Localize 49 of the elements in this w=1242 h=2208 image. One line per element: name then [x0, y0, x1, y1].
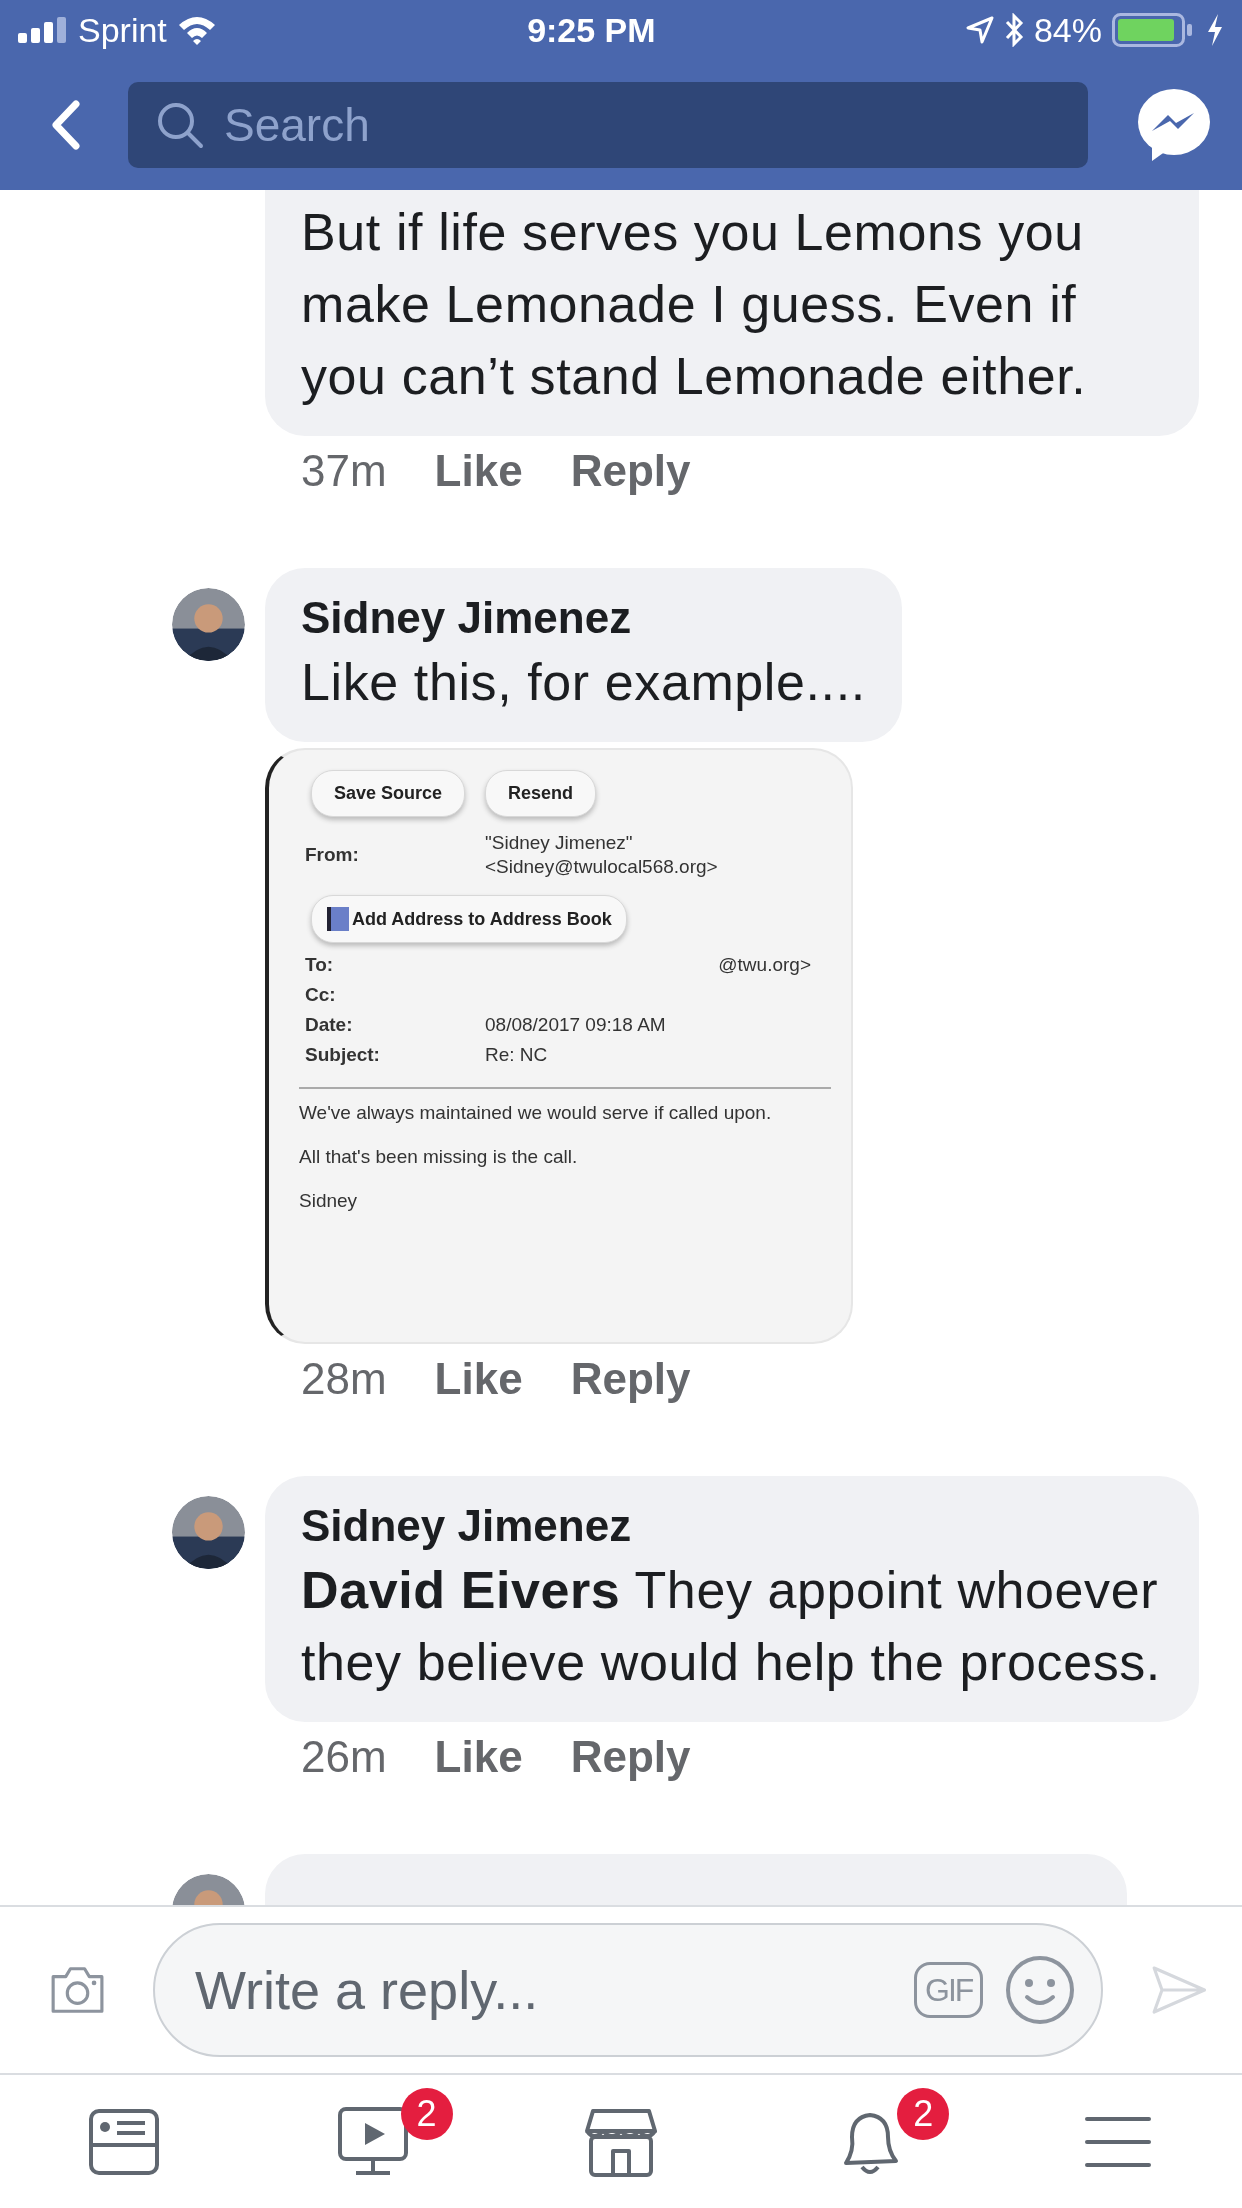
signal-icon — [18, 17, 68, 43]
charging-icon — [1206, 14, 1224, 46]
comment-text: Like this, for example.... — [301, 652, 866, 713]
email-value: <Sidney@twulocal568.org> — [485, 855, 719, 879]
menu-icon[interactable] — [1084, 2114, 1151, 2169]
search-icon — [156, 101, 204, 149]
email-button[interactable]: Save Source — [311, 770, 466, 817]
store-icon[interactable] — [584, 2106, 657, 2177]
location-icon — [965, 16, 994, 44]
comment-text: But if life serves you Lemons you make Lemonade I guess. Even if you can’t stand Lemonade either. — [301, 202, 1088, 407]
comment-time: 28m — [301, 1354, 387, 1404]
like-link[interactable]: Like — [434, 1354, 523, 1404]
notification-badge: 2 — [400, 2087, 453, 2140]
messenger-icon[interactable] — [1136, 87, 1212, 163]
comment-author[interactable]: Sidney Jimenez — [301, 590, 866, 646]
battery-percent: 84% — [1033, 10, 1102, 50]
news-feed-icon[interactable] — [89, 2108, 160, 2175]
carrier-name: Sprint — [78, 10, 167, 50]
email-label: Subject: — [305, 1043, 381, 1067]
comment-author[interactable]: Sidney Jimenez — [301, 1498, 1163, 1554]
comment-time: 37m — [301, 446, 387, 496]
reply-link[interactable]: Reply — [570, 1354, 691, 1404]
email-value: "Sidney Jimenez" — [485, 831, 634, 855]
address-book-icon — [326, 906, 350, 932]
emoji-icon[interactable] — [1005, 1955, 1076, 2025]
email-paragraph: All that's been missing is the call. — [299, 1145, 579, 1169]
search-field[interactable]: Search — [128, 82, 1088, 168]
comment-time: 26m — [301, 1732, 387, 1782]
like-link[interactable]: Like — [434, 1732, 523, 1782]
email-value: 08/08/2017 09:18 AM — [485, 1013, 667, 1037]
reply-link[interactable]: Reply — [570, 446, 691, 496]
email-label: Date: — [305, 1013, 354, 1037]
back-icon[interactable] — [50, 100, 80, 150]
email-label: Cc: — [305, 983, 337, 1007]
notification-badge: 2 — [897, 2087, 950, 2140]
email-paragraph: Sidney — [299, 1189, 359, 1213]
comment-text: David Eivers They appoint whoever they believe would help the process. — [301, 1560, 1162, 1693]
reply-link[interactable]: Reply — [570, 1732, 691, 1782]
video-icon[interactable] — [337, 2106, 408, 2177]
email-label: To: — [305, 953, 335, 977]
clock: 9:25 PM — [527, 10, 656, 50]
like-link[interactable]: Like — [434, 446, 523, 496]
email-value: @twu.org> — [717, 953, 812, 977]
bluetooth-icon — [1003, 13, 1024, 47]
email-value: Re: NC — [485, 1043, 549, 1067]
email-paragraph: We've always maintained we would serve if called upon. — [299, 1101, 773, 1125]
email-label: From: — [305, 843, 360, 867]
email-button[interactable]: Resend — [485, 770, 597, 817]
address-book-button[interactable]: Add Address to Address Book — [311, 895, 627, 943]
